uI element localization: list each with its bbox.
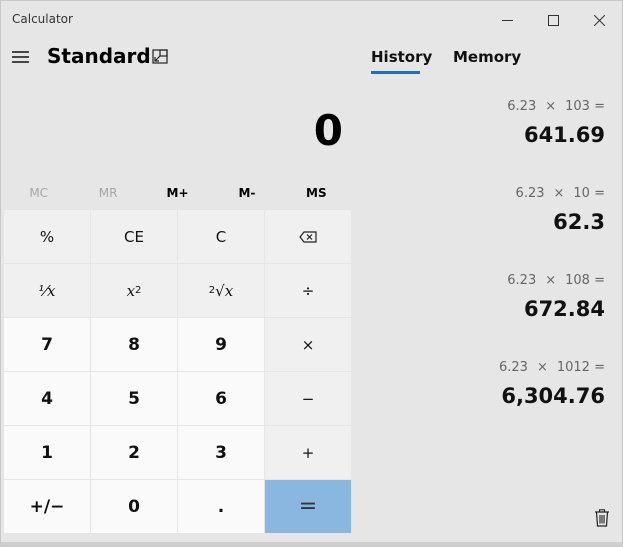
- square-root-button[interactable]: 2 √x: [178, 264, 264, 317]
- equals-button[interactable]: =: [265, 480, 351, 533]
- hamburger-menu-button[interactable]: [11, 49, 29, 65]
- history-item[interactable]: 6.23 × 108 = 672.84: [365, 273, 605, 321]
- history-item[interactable]: 6.23 × 103 = 641.69: [365, 99, 605, 147]
- maximize-button[interactable]: [530, 1, 576, 39]
- seven-button[interactable]: 7: [4, 318, 90, 371]
- percent-button[interactable]: %: [4, 210, 90, 263]
- hamburger-icon: [11, 51, 29, 63]
- plus-button[interactable]: +: [265, 426, 351, 479]
- memory-add-button[interactable]: M+: [143, 179, 212, 207]
- minimize-button[interactable]: [484, 1, 530, 39]
- square-superscript-icon: 2: [135, 285, 142, 296]
- app-title: Calculator: [12, 12, 73, 26]
- history-expression: 6.23 × 10 =: [365, 186, 605, 201]
- title-bar: Calculator: [1, 1, 622, 39]
- history-operator: ×: [553, 186, 565, 201]
- divide-button[interactable]: ÷: [265, 264, 351, 317]
- history-item[interactable]: 6.23 × 1012 = 6,304.76: [365, 360, 605, 408]
- history-operand: 6.23: [507, 273, 537, 288]
- close-button[interactable]: [576, 1, 622, 39]
- history-result: 62.3: [553, 210, 605, 234]
- square-label: x: [126, 281, 136, 300]
- history-operand: 6.23: [499, 360, 528, 375]
- keypad: % CE C ¹⁄x x2 2 √x ÷ 7 8 9 × 4 5 6 − 1 2 …: [4, 210, 352, 533]
- history-operand: 10: [573, 186, 590, 201]
- memory-recall-button[interactable]: MR: [73, 179, 142, 207]
- history-operand: 6.23: [515, 186, 545, 201]
- history-expression: 6.23 × 108 =: [365, 273, 605, 288]
- history-operand: 103: [565, 99, 590, 114]
- tab-active-indicator: [371, 71, 420, 74]
- history-result: 672.84: [523, 297, 605, 321]
- result-display: 0: [313, 106, 343, 155]
- trash-icon: [595, 509, 609, 527]
- history-equals: =: [594, 360, 605, 375]
- keep-on-top-button[interactable]: [152, 49, 168, 65]
- square-button[interactable]: x2: [91, 264, 177, 317]
- minimize-icon: [501, 19, 513, 21]
- mode-title: Standard: [47, 44, 151, 68]
- clear-history-button[interactable]: [583, 499, 621, 537]
- clear-button[interactable]: C: [178, 210, 264, 263]
- history-expression: 6.23 × 1012 =: [365, 360, 605, 375]
- four-button[interactable]: 4: [4, 372, 90, 425]
- history-operand: 108: [565, 273, 590, 288]
- zero-button[interactable]: 0: [91, 480, 177, 533]
- history-expression: 6.23 × 103 =: [365, 99, 605, 114]
- tab-history[interactable]: History: [371, 48, 432, 66]
- reciprocal-label: ¹⁄x: [38, 281, 56, 300]
- decimal-button[interactable]: .: [178, 480, 264, 533]
- six-button[interactable]: 6: [178, 372, 264, 425]
- negate-button[interactable]: +/−: [4, 480, 90, 533]
- backspace-icon: [299, 230, 317, 243]
- memory-subtract-button[interactable]: M-: [212, 179, 281, 207]
- history-equals: =: [594, 273, 605, 288]
- minus-button[interactable]: −: [265, 372, 351, 425]
- eight-button[interactable]: 8: [91, 318, 177, 371]
- tab-memory[interactable]: Memory: [453, 48, 521, 66]
- five-button[interactable]: 5: [91, 372, 177, 425]
- maximize-icon: [547, 14, 559, 26]
- memory-row: MC MR M+ M- MS: [4, 179, 351, 207]
- history-operand: 1012: [556, 360, 590, 375]
- history-equals: =: [594, 99, 605, 114]
- clear-entry-button[interactable]: CE: [91, 210, 177, 263]
- history-operator: ×: [545, 273, 557, 288]
- history-operator: ×: [536, 360, 548, 375]
- close-icon: [593, 14, 605, 26]
- memory-store-button[interactable]: MS: [282, 179, 351, 207]
- keep-on-top-icon: [152, 49, 168, 64]
- history-operand: 6.23: [507, 99, 537, 114]
- history-item[interactable]: 6.23 × 10 = 62.3: [365, 186, 605, 234]
- calculator-window: Calculator Standard 0 MC MR M+ M- MS % C…: [0, 0, 623, 547]
- one-button[interactable]: 1: [4, 426, 90, 479]
- history-operator: ×: [545, 99, 557, 114]
- history-equals: =: [594, 186, 605, 201]
- square-root-label: √x: [215, 281, 234, 300]
- history-result: 641.69: [523, 123, 605, 147]
- bottom-edge: [1, 542, 622, 546]
- reciprocal-button[interactable]: ¹⁄x: [4, 264, 90, 317]
- backspace-button[interactable]: [265, 210, 351, 263]
- nine-button[interactable]: 9: [178, 318, 264, 371]
- history-result: 6,304.76: [501, 384, 605, 408]
- memory-clear-button[interactable]: MC: [4, 179, 73, 207]
- multiply-button[interactable]: ×: [265, 318, 351, 371]
- three-button[interactable]: 3: [178, 426, 264, 479]
- two-button[interactable]: 2: [91, 426, 177, 479]
